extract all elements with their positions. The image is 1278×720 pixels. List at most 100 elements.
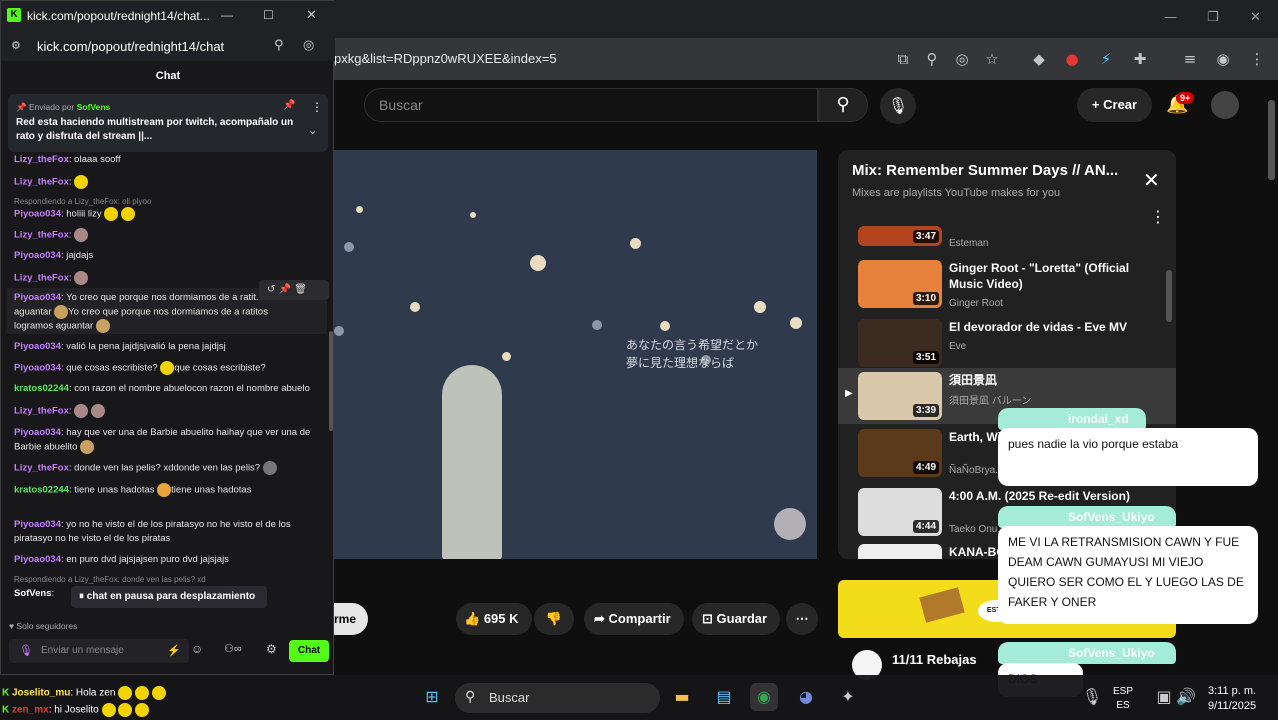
clock[interactable]: 3:11 p. m. 9/11/2025 [1208,684,1256,714]
message-actions[interactable]: ↺ 📌 🗑 [259,280,329,300]
more-vert-icon[interactable]: ⋮ [311,100,323,114]
chat-paused-banner[interactable]: ⏸ chat en pausa para desplazamiento [71,586,267,608]
popout-url[interactable]: kick.com/popout/rednight14/chat [37,39,224,54]
eye-off-icon[interactable]: ◎ [303,38,314,53]
chat-username[interactable]: kratos02244 [14,485,69,496]
eye-off-icon[interactable]: ◎ [952,49,972,69]
close-icon[interactable]: ✕ [1250,10,1261,25]
mic-icon[interactable]: 🎙 [880,88,916,124]
chat-username[interactable]: Lizy_theFox [14,406,69,417]
chat-message[interactable]: Lizy_theFox: [14,175,319,190]
chat-username[interactable]: Piyoao034 [14,427,61,438]
chat-username[interactable]: Piyoao034 [14,292,61,303]
chat-username[interactable]: kratos02244 [14,383,69,394]
pinned-message[interactable]: 📌 Enviado por SofVens 📌 ⋮ Red esta hacie… [8,94,328,152]
save-button[interactable]: ⊡ Guardar [692,603,780,635]
adblock-icon[interactable]: ● [1062,49,1082,69]
volume-icon[interactable]: 🔊 [1172,683,1200,711]
video-player[interactable]: あなたの言う希望だとか 夢に見た理想ならば [334,150,817,559]
chat-scrollbar[interactable] [329,331,333,431]
like-button[interactable]: 👍 695 K [456,603,532,635]
star-icon[interactable]: ☆ [982,49,1002,69]
minimize-icon[interactable]: — [1164,10,1177,25]
chat-message[interactable]: Piyoao034: hay que ver una de Barbie abu… [14,426,319,440]
chat-message[interactable]: Piyoao034: en puro dvd jajsjajsen puro d… [14,553,319,567]
playlist-item[interactable]: 3:51 El devorador de vidas - Eve MV Eve [838,315,1176,371]
emote-picker-icon[interactable]: ⚡ [167,644,181,657]
chat-message[interactable]: Piyoao034: valió la pena jajdjsjvalió la… [14,340,319,354]
language-indicator[interactable]: ESP ES [1113,685,1133,713]
taskbar-search[interactable]: Buscar [455,683,660,713]
minimize-icon[interactable]: — [221,8,233,22]
chat-username[interactable]: Piyoao034 [14,519,61,530]
zoom-icon[interactable]: ⚲ [274,38,284,53]
chat-username[interactable]: Lizy_theFox [14,177,69,188]
menu-icon[interactable]: ⋮ [1247,49,1267,69]
profile-icon[interactable]: ◉ [1213,49,1233,69]
chat-message[interactable]: Lizy_theFox: [14,228,319,243]
address-bar[interactable]: pxkg&list=RDppnz0wRUXEE&index=5 [334,51,557,66]
chat-username[interactable]: Piyoao034 [14,250,61,261]
video-button[interactable] [774,508,806,540]
playlist-scrollbar[interactable] [1166,270,1172,322]
mic-icon[interactable]: 🎙 [19,644,33,657]
chat-message[interactable]: SofVens: [14,587,74,601]
more-actions-button[interactable]: ⋯ [786,603,818,635]
file-explorer-icon[interactable]: ▬ [668,683,696,711]
close-icon[interactable]: ✕ [306,8,317,23]
chat-username[interactable]: Lizy_theFox [14,273,69,284]
maximize-icon[interactable]: ☐ [263,8,274,22]
pin-icon[interactable]: 📌 [283,100,295,111]
create-button[interactable]: + Crear [1077,88,1152,122]
avatar[interactable] [1211,91,1239,119]
chat-message[interactable]: kratos02244: tiene unas hadotas tiene un… [14,483,319,498]
chat-username[interactable]: Lizy_theFox [14,154,69,165]
app-icon[interactable]: ✦ [834,683,862,711]
close-icon[interactable]: ✕ [1143,168,1160,192]
extension-icon[interactable]: ◆ [1029,49,1049,69]
chrome-icon[interactable]: ◉ [750,683,778,711]
chat-message[interactable]: kratos02244: con razon el nombre abueloc… [14,382,319,396]
reply-icon[interactable]: ↺ [267,284,275,295]
chat-username[interactable]: Piyoao034 [14,209,61,220]
discord-icon[interactable]: ◕ [792,683,820,711]
zoom-icon[interactable]: ⚲ [922,49,942,69]
chat-username[interactable]: Piyoao034 [14,341,61,352]
chat-username[interactable]: Piyoao034 [14,554,61,565]
pin-icon[interactable]: 📌 [279,284,291,295]
media-icon[interactable]: ≡ [1180,49,1200,69]
install-icon[interactable]: ⧉ [893,49,913,69]
chat-message[interactable]: Lizy_theFox: donde ven las pelis? xddond… [14,461,319,476]
search-icon[interactable]: ⚲ [818,88,868,122]
mic-icon[interactable]: 🎙 [1078,683,1106,711]
chat-message[interactable]: Piyoao034: holiii lizy [14,207,319,222]
dislike-button[interactable]: 👎 [534,603,574,635]
restore-icon[interactable]: ❐ [1207,10,1219,25]
chat-message[interactable]: Piyoao034: Yo creo que porque nos dormia… [14,291,259,305]
chat-message[interactable]: Piyoao034: que cosas escribiste? que cos… [14,361,319,376]
chat-message[interactable]: Piyoao034: yo no he visto el de los pira… [14,518,319,532]
chat-username[interactable]: Lizy_theFox [14,463,69,474]
chat-message[interactable]: Lizy_theFox: [14,404,319,419]
puzzle-icon[interactable]: ✚ [1130,49,1150,69]
chat-message[interactable]: Piyoao034: jajdajs [14,249,319,263]
chevron-down-icon[interactable]: ⌄ [308,124,317,137]
emoji-icon[interactable]: ☺ [191,642,203,656]
chat-username[interactable]: Lizy_theFox [14,230,69,241]
app-icon[interactable]: ▤ [710,683,738,711]
delete-icon[interactable]: 🗑 [294,284,307,295]
chat-username[interactable]: Piyoao034 [14,363,61,374]
chat-username[interactable]: SofVens [14,588,52,599]
search-input[interactable]: Buscar [364,88,818,122]
settings-icon[interactable]: ⚙ [266,642,277,656]
chat-message[interactable]: Lizy_theFox: olaaa sooff [14,153,319,167]
kick-ext-icon[interactable]: ⚡ [1096,49,1116,69]
site-info-icon[interactable]: ⚙ [11,39,21,52]
send-chat-button[interactable]: Chat [289,640,329,662]
page-scrollbar[interactable] [1268,100,1275,180]
share-button[interactable]: ➦ Compartir [584,603,684,635]
playlist-item[interactable]: 3:10 Ginger Root - "Loretta" (Official M… [838,256,1176,312]
users-icon[interactable]: ⚇∞ [224,642,242,655]
windows-start-icon[interactable]: ⊞ [418,683,446,711]
message-input[interactable]: Enviar un mensaje [9,639,189,663]
